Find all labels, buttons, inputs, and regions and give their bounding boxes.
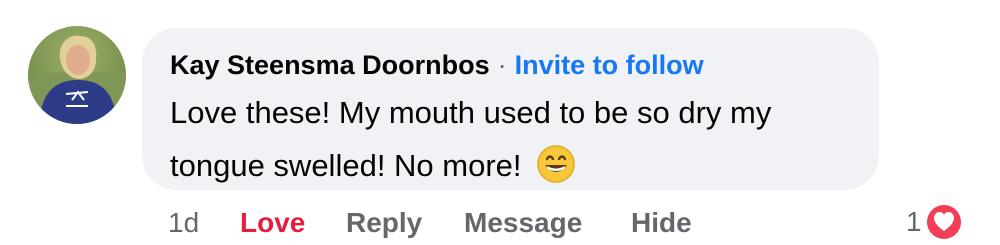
separator-dot: · [497,50,507,80]
author-name[interactable]: Kay Steensma Doornbos [170,50,490,80]
comment-bubble: Kay Steensma Doornbos · Invite to follow L… [142,28,879,190]
hide-button[interactable]: Hide [631,201,692,245]
comment-text: Love these! My mouth used to be so dry m… [170,95,772,183]
reply-button[interactable]: Reply [346,201,422,245]
love-heart-icon [924,203,963,241]
comment-text-block: Love these! My mouth used to be so dry m… [170,86,860,192]
avatar[interactable] [28,26,126,124]
invite-to-follow-link[interactable]: Invite to follow [515,50,704,80]
love-button[interactable]: Love [240,201,305,245]
comment-header: Kay Steensma Doornbos · Invite to follow [170,48,704,82]
reaction-summary[interactable]: 1 [906,200,964,244]
message-button[interactable]: Message [464,201,582,245]
grinning-face-emoji-icon [537,145,575,183]
profile-photo [28,35,126,124]
reaction-count: 1 [906,206,922,237]
timestamp[interactable]: 1d [168,201,199,245]
